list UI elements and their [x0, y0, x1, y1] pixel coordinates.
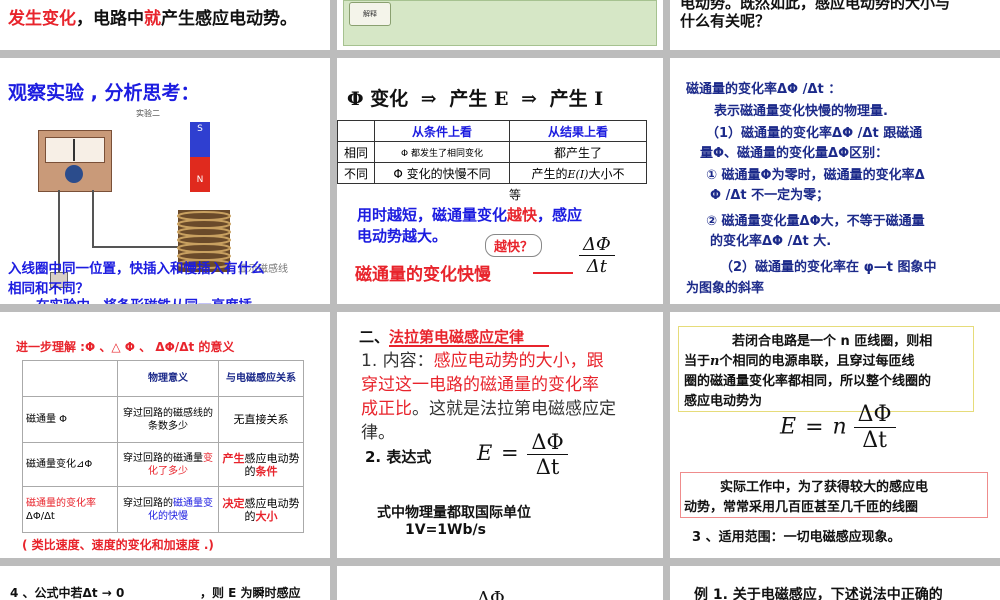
row-flux: 磁通量 Φ [22, 396, 118, 443]
slide-10: 4 、公式中若Δt → 0 ，则 E 为瞬时感应 [0, 566, 330, 600]
slide-10-text-2: ，则 E 为瞬时感应 [200, 586, 301, 600]
faraday-formula: E = ΔΦ Δt [477, 430, 568, 479]
rate-line-2: （1）磁通量的变化率ΔΦ /Δt 跟磁通 [706, 126, 923, 141]
faraday-title: 二、法拉第电磁感应定律 [359, 328, 525, 346]
n-turns-line-1: 若闭合电路是一个 n 匝线圈，则相 [732, 334, 933, 349]
rate-line-8: （2）磁通量的变化率在 φ—t 图象中 [720, 260, 937, 275]
row-flux-relation: 无直接关系 [218, 396, 304, 443]
n-turns-formula: E = n ΔΦ Δt [780, 402, 896, 453]
scope-line: 3 、适用范围：一切电磁感应现象。 [692, 530, 901, 545]
slide-9: 若闭合电路是一个 n 匝线圈，则相 当于n个相同的电源串联，且穿过每匝线 圈的磁… [670, 312, 1000, 558]
row-same-result: 都产生了 [509, 141, 647, 163]
th-relation: 与电磁感应关系 [218, 360, 304, 397]
row-diff-result: 产生的E(I)大小不 [509, 162, 647, 184]
slide-11: ΔΦ [337, 566, 663, 600]
annotation-line-2: 电动势越大。 [357, 227, 448, 245]
row-flux-meaning: 穿过回路的磁感线的条数多少 [117, 396, 219, 443]
row-diff-overflow: 等 [509, 188, 522, 202]
slide-2: 解释 [337, 0, 663, 50]
galvanometer-needle [73, 139, 75, 161]
annotation-line-1: 用时越短，磁通量变化越快，感应 [357, 206, 583, 224]
slide-1: 发生变化，电路中就产生感应电动势。 [0, 0, 330, 50]
row-delta-flux: 磁通量变化⊿Φ [22, 442, 118, 487]
rate-line-6: ② 磁通量变化量ΔΦ大，不等于磁通量 [706, 214, 925, 229]
question-line-2: 入线圈中同一位置，快插入和慢插入有什么 [8, 261, 265, 277]
row-diff-condition: Φ 变化的快慢不同 [374, 162, 510, 184]
galvanometer [38, 130, 112, 192]
slide-5-heading: Φ 变化 ⇒ 产生 E ⇒ 产生 I [347, 88, 604, 110]
rate-line-5: Φ /Δt 不一定为零； [710, 188, 830, 203]
slide-1-text: 发生变化，电路中就产生感应电动势。 [8, 9, 297, 29]
condition-result-table: 从条件上看 从结果上看 相同 Φ 都发生了相同变化 都产生了 不同 Φ 变化的快… [337, 120, 647, 184]
experiment-label: 实验二 [136, 109, 160, 118]
unit-line-2: 1V=1Wb/s [405, 522, 486, 538]
work-line-2: 动势，常常采用几百匝甚至几千匝的线圈 [684, 500, 919, 515]
rate-line-7: 的变化率ΔΦ /Δt 大. [710, 234, 832, 249]
slide-2-sign: 解释 [349, 2, 391, 26]
work-line-1: 实际工作中，为了获得较大的感应电 [720, 480, 929, 495]
content-line-2: 穿过这一电路的磁通量的变化率 [361, 375, 599, 395]
magnet-south-pole: S [190, 122, 210, 157]
expression-label: 2. 表达式 [365, 448, 432, 466]
content-line-4: 律。 [361, 423, 395, 443]
rate-line-1: 表示磁通量变化快慢的物理量. [714, 104, 888, 119]
slide-3-line-2: 什么有关呢？ [680, 12, 771, 30]
slide-6: 磁通量的变化率ΔΦ /Δt ： 表示磁通量变化快慢的物理量. （1）磁通量的变化… [670, 58, 1000, 304]
slide-12: 例 1. 关于电磁感应，下述说法中正确的 [670, 566, 1000, 600]
n-turns-line-3: 圈的磁通量变化率都相同，所以整个线圈的 [684, 374, 932, 389]
row-flux-rate-relation: 决定感应电动势的大小 [218, 486, 304, 533]
bar-magnet: S N [190, 122, 210, 192]
rate-connector [533, 272, 573, 274]
rate-label: 磁通量的变化快慢 [355, 265, 491, 285]
slide-11-fraction: ΔΦ [477, 588, 505, 600]
analogy-note: ( 类比速度、速度的变化和加速度 .) [22, 538, 214, 552]
question-line-3: 相同和不同？ [8, 281, 89, 297]
slide-12-text: 例 1. 关于电磁感应，下述说法中正确的 [694, 587, 943, 600]
slide-4-title: 观察实验 , 分析思考： [8, 82, 200, 104]
galvanometer-knob [65, 165, 83, 183]
rate-fraction: ΔΦ Δt [579, 234, 615, 277]
row-flux-rate: 磁通量的变化率 ΔΦ/Δt [22, 486, 118, 533]
faster-bubble: 越快？ [485, 234, 543, 257]
content-line-3: 成正比。这就是法拉第电磁感应定 [361, 399, 616, 419]
rate-title: 磁通量的变化率ΔΦ /Δt ： [686, 82, 842, 97]
th-result: 从结果上看 [509, 120, 647, 142]
rate-line-3: 量Φ、磁通量的变化量ΔΦ区别： [700, 146, 889, 161]
unit-line-1: 式中物理量都取国际单位 [377, 505, 531, 521]
rate-line-4: ① 磁通量Φ为零时，磁通量的变化率Δ [706, 168, 925, 183]
slide-8: 二、法拉第电磁感应定律 1. 内容：感应电动势的大小，跟 穿过这一电路的磁通量的… [337, 312, 663, 558]
th-condition: 从条件上看 [374, 120, 510, 142]
row-same-label: 相同 [337, 141, 375, 163]
slide-7: 进一步理解 :Φ 、△ Φ 、 ΔΦ/Δt 的意义 物理意义 与电磁感应关系 磁… [0, 312, 330, 558]
meaning-table: 物理意义 与电磁感应关系 磁通量 Φ 穿过回路的磁感线的条数多少 无直接关系 磁… [22, 360, 304, 533]
content-line-1: 1. 内容：感应电动势的大小，跟 [361, 351, 604, 371]
row-delta-flux-meaning: 穿过回路的磁通量变化了多少 [117, 442, 219, 487]
rate-line-9: 为图象的斜率 [686, 281, 765, 296]
magnet-north-pole: N [190, 157, 210, 192]
row-diff-label: 不同 [337, 162, 375, 184]
n-turns-line-4: 感应电动势为 [684, 394, 763, 409]
slide-3: 电动势。既然如此，感应电动势的大小与 什么有关呢？ [670, 0, 1000, 50]
wire-right [92, 190, 94, 248]
understand-title: 进一步理解 :Φ 、△ Φ 、 ΔΦ/Δt 的意义 [16, 340, 235, 354]
slide-5: Φ 变化 ⇒ 产生 E ⇒ 产生 I 从条件上看 从结果上看 相同 Φ 都发生了… [337, 58, 663, 304]
galvanometer-dial [45, 137, 105, 163]
row-delta-flux-relation: 产生感应电动势的条件 [218, 442, 304, 487]
slide-10-text-1: 4 、公式中若Δt → 0 [10, 586, 125, 600]
wire-bottom [92, 246, 178, 248]
row-flux-rate-meaning: 穿过回路的磁通量变化的快慢 [117, 486, 219, 533]
th-physical-meaning: 物理意义 [117, 360, 219, 397]
row-same-condition: Φ 都发生了相同变化 [374, 141, 510, 163]
n-turns-line-2: 当于n个相同的电源串联，且穿过每匝线 [684, 354, 915, 369]
